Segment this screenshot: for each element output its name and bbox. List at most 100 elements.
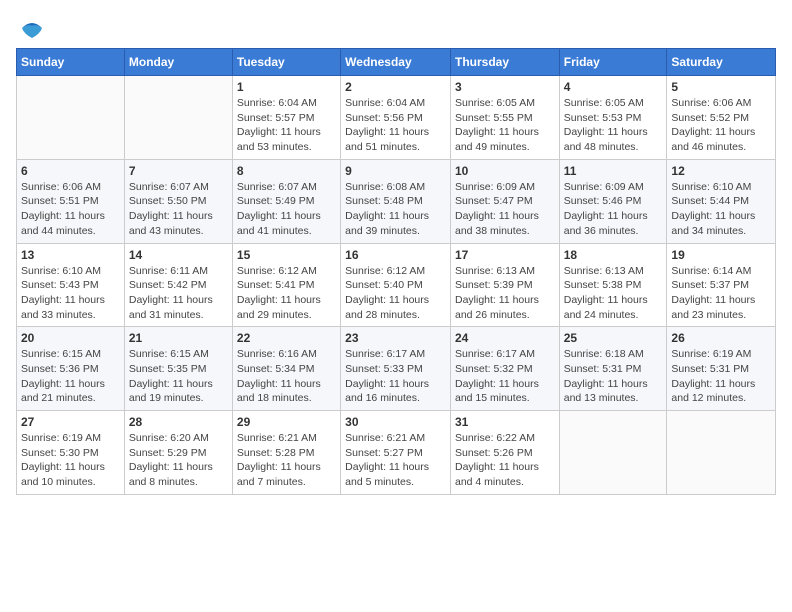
day-info: Sunrise: 6:07 AMSunset: 5:49 PMDaylight:… [237, 180, 336, 239]
day-info: Sunrise: 6:05 AMSunset: 5:55 PMDaylight:… [455, 96, 555, 155]
day-info: Sunrise: 6:12 AMSunset: 5:40 PMDaylight:… [345, 264, 446, 323]
day-info: Sunrise: 6:16 AMSunset: 5:34 PMDaylight:… [237, 347, 336, 406]
calendar-cell [17, 76, 125, 160]
day-info: Sunrise: 6:12 AMSunset: 5:41 PMDaylight:… [237, 264, 336, 323]
calendar-cell: 12 Sunrise: 6:10 AMSunset: 5:44 PMDayligh… [667, 159, 776, 243]
day-info: Sunrise: 6:15 AMSunset: 5:36 PMDaylight:… [21, 347, 120, 406]
calendar-cell: 18 Sunrise: 6:13 AMSunset: 5:38 PMDayligh… [559, 243, 667, 327]
day-number: 11 [564, 164, 663, 178]
calendar-cell: 29 Sunrise: 6:21 AMSunset: 5:28 PMDayligh… [232, 411, 340, 495]
day-number: 26 [671, 331, 771, 345]
day-number: 30 [345, 415, 446, 429]
logo-icon [20, 16, 44, 40]
day-number: 1 [237, 80, 336, 94]
calendar-cell: 8 Sunrise: 6:07 AMSunset: 5:49 PMDaylight… [232, 159, 340, 243]
day-number: 29 [237, 415, 336, 429]
calendar-cell: 2Sunrise: 6:04 AMSunset: 5:56 PMDaylight… [341, 76, 451, 160]
day-info: Sunrise: 6:13 AMSunset: 5:38 PMDaylight:… [564, 264, 663, 323]
day-number: 9 [345, 164, 446, 178]
day-number: 25 [564, 331, 663, 345]
day-info: Sunrise: 6:11 AMSunset: 5:42 PMDaylight:… [129, 264, 228, 323]
calendar-week-5: 27 Sunrise: 6:19 AMSunset: 5:30 PMDayligh… [17, 411, 776, 495]
day-number: 27 [21, 415, 120, 429]
calendar-cell: 20 Sunrise: 6:15 AMSunset: 5:36 PMDayligh… [17, 327, 125, 411]
weekday-header-row: SundayMondayTuesdayWednesdayThursdayFrid… [17, 49, 776, 76]
day-number: 14 [129, 248, 228, 262]
calendar-week-3: 13 Sunrise: 6:10 AMSunset: 5:43 PMDayligh… [17, 243, 776, 327]
day-number: 2 [345, 80, 446, 94]
calendar-cell: 19Sunrise: 6:14 AMSunset: 5:37 PMDayligh… [667, 243, 776, 327]
day-info: Sunrise: 6:21 AMSunset: 5:28 PMDaylight:… [237, 431, 336, 490]
day-number: 22 [237, 331, 336, 345]
calendar-cell: 4Sunrise: 6:05 AMSunset: 5:53 PMDaylight… [559, 76, 667, 160]
calendar-cell: 26 Sunrise: 6:19 AMSunset: 5:31 PMDayligh… [667, 327, 776, 411]
calendar-week-4: 20 Sunrise: 6:15 AMSunset: 5:36 PMDayligh… [17, 327, 776, 411]
calendar-cell: 5 Sunrise: 6:06 AMSunset: 5:52 PMDaylight… [667, 76, 776, 160]
day-number: 31 [455, 415, 555, 429]
calendar-cell: 3 Sunrise: 6:05 AMSunset: 5:55 PMDaylight… [450, 76, 559, 160]
calendar-cell: 30 Sunrise: 6:21 AMSunset: 5:27 PMDayligh… [341, 411, 451, 495]
day-info: Sunrise: 6:13 AMSunset: 5:39 PMDaylight:… [455, 264, 555, 323]
day-number: 15 [237, 248, 336, 262]
weekday-header-tuesday: Tuesday [232, 49, 340, 76]
weekday-header-saturday: Saturday [667, 49, 776, 76]
day-info: Sunrise: 6:10 AMSunset: 5:43 PMDaylight:… [21, 264, 120, 323]
day-number: 3 [455, 80, 555, 94]
day-info: Sunrise: 6:17 AMSunset: 5:32 PMDaylight:… [455, 347, 555, 406]
calendar-cell: 22 Sunrise: 6:16 AMSunset: 5:34 PMDayligh… [232, 327, 340, 411]
weekday-header-friday: Friday [559, 49, 667, 76]
day-info: Sunrise: 6:09 AMSunset: 5:47 PMDaylight:… [455, 180, 555, 239]
day-info: Sunrise: 6:17 AMSunset: 5:33 PMDaylight:… [345, 347, 446, 406]
day-number: 6 [21, 164, 120, 178]
calendar-cell: 13 Sunrise: 6:10 AMSunset: 5:43 PMDayligh… [17, 243, 125, 327]
calendar-cell [667, 411, 776, 495]
day-info: Sunrise: 6:10 AMSunset: 5:44 PMDaylight:… [671, 180, 771, 239]
day-info: Sunrise: 6:19 AMSunset: 5:30 PMDaylight:… [21, 431, 120, 490]
day-info: Sunrise: 6:14 AMSunset: 5:37 PMDaylight:… [671, 264, 771, 323]
calendar-cell: 17 Sunrise: 6:13 AMSunset: 5:39 PMDayligh… [450, 243, 559, 327]
calendar-week-2: 6 Sunrise: 6:06 AMSunset: 5:51 PMDaylight… [17, 159, 776, 243]
calendar-cell: 16 Sunrise: 6:12 AMSunset: 5:40 PMDayligh… [341, 243, 451, 327]
day-info: Sunrise: 6:06 AMSunset: 5:52 PMDaylight:… [671, 96, 771, 155]
calendar-cell: 25Sunrise: 6:18 AMSunset: 5:31 PMDayligh… [559, 327, 667, 411]
weekday-header-monday: Monday [124, 49, 232, 76]
day-number: 5 [671, 80, 771, 94]
day-number: 17 [455, 248, 555, 262]
day-number: 12 [671, 164, 771, 178]
day-number: 10 [455, 164, 555, 178]
calendar-cell: 27 Sunrise: 6:19 AMSunset: 5:30 PMDayligh… [17, 411, 125, 495]
day-number: 24 [455, 331, 555, 345]
day-number: 18 [564, 248, 663, 262]
weekday-header-thursday: Thursday [450, 49, 559, 76]
calendar-cell: 11 Sunrise: 6:09 AMSunset: 5:46 PMDayligh… [559, 159, 667, 243]
weekday-header-wednesday: Wednesday [341, 49, 451, 76]
logo [16, 16, 44, 40]
calendar-week-1: 1Sunrise: 6:04 AMSunset: 5:57 PMDaylight… [17, 76, 776, 160]
calendar-cell: 15 Sunrise: 6:12 AMSunset: 5:41 PMDayligh… [232, 243, 340, 327]
day-info: Sunrise: 6:15 AMSunset: 5:35 PMDaylight:… [129, 347, 228, 406]
calendar-cell: 7 Sunrise: 6:07 AMSunset: 5:50 PMDaylight… [124, 159, 232, 243]
calendar-cell: 24 Sunrise: 6:17 AMSunset: 5:32 PMDayligh… [450, 327, 559, 411]
day-number: 7 [129, 164, 228, 178]
day-info: Sunrise: 6:07 AMSunset: 5:50 PMDaylight:… [129, 180, 228, 239]
calendar-cell: 28Sunrise: 6:20 AMSunset: 5:29 PMDayligh… [124, 411, 232, 495]
day-number: 8 [237, 164, 336, 178]
calendar-cell: 31Sunrise: 6:22 AMSunset: 5:26 PMDayligh… [450, 411, 559, 495]
day-info: Sunrise: 6:21 AMSunset: 5:27 PMDaylight:… [345, 431, 446, 490]
day-number: 20 [21, 331, 120, 345]
calendar-cell [124, 76, 232, 160]
day-number: 16 [345, 248, 446, 262]
calendar-cell: 9 Sunrise: 6:08 AMSunset: 5:48 PMDaylight… [341, 159, 451, 243]
day-number: 23 [345, 331, 446, 345]
calendar-cell: 21 Sunrise: 6:15 AMSunset: 5:35 PMDayligh… [124, 327, 232, 411]
day-info: Sunrise: 6:20 AMSunset: 5:29 PMDaylight:… [129, 431, 228, 490]
day-info: Sunrise: 6:06 AMSunset: 5:51 PMDaylight:… [21, 180, 120, 239]
calendar-cell: 6 Sunrise: 6:06 AMSunset: 5:51 PMDaylight… [17, 159, 125, 243]
day-info: Sunrise: 6:08 AMSunset: 5:48 PMDaylight:… [345, 180, 446, 239]
day-number: 13 [21, 248, 120, 262]
calendar-cell: 23 Sunrise: 6:17 AMSunset: 5:33 PMDayligh… [341, 327, 451, 411]
calendar-cell [559, 411, 667, 495]
day-number: 21 [129, 331, 228, 345]
day-info: Sunrise: 6:19 AMSunset: 5:31 PMDaylight:… [671, 347, 771, 406]
day-info: Sunrise: 6:09 AMSunset: 5:46 PMDaylight:… [564, 180, 663, 239]
